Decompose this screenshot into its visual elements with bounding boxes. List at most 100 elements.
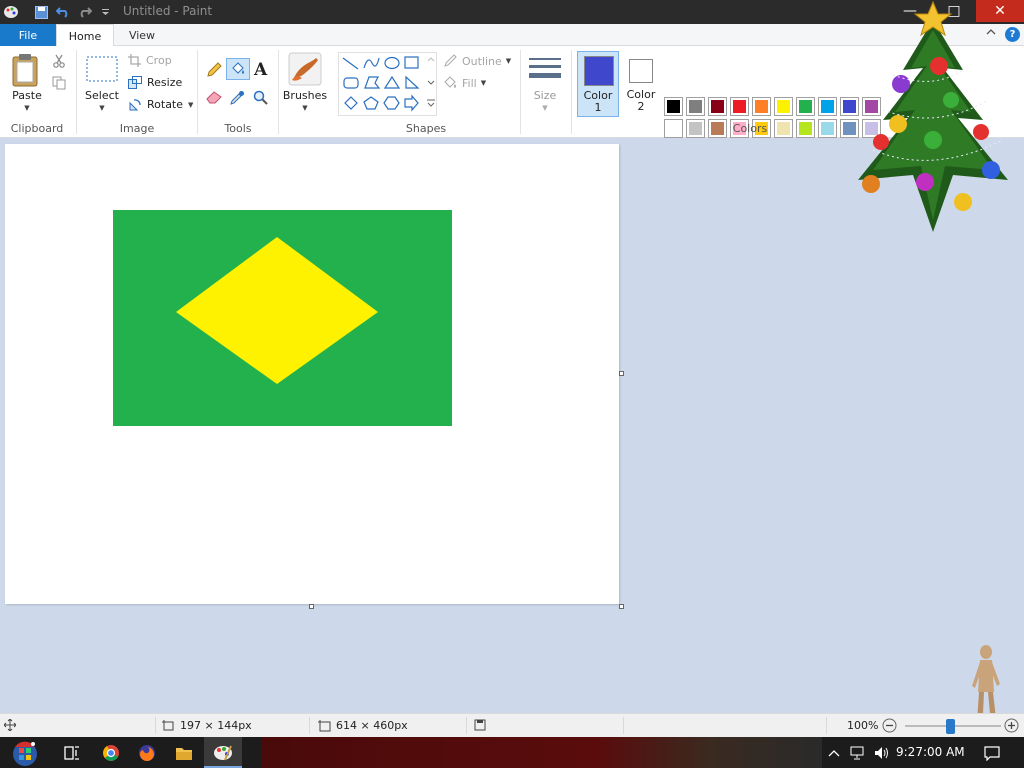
pencil-icon[interactable] bbox=[206, 62, 222, 78]
polygon-shape-icon[interactable] bbox=[364, 76, 381, 89]
fill-bucket-icon[interactable] bbox=[226, 58, 250, 80]
select-icon[interactable] bbox=[86, 56, 118, 82]
hexagon-shape-icon[interactable] bbox=[383, 96, 400, 110]
crop-button[interactable]: Crop bbox=[128, 54, 172, 67]
show-hidden-icons[interactable] bbox=[824, 741, 844, 765]
gallery-expand-icon[interactable] bbox=[427, 99, 435, 107]
ribbon-divider bbox=[571, 50, 572, 134]
shapes-gallery bbox=[338, 52, 437, 116]
tools-group-label: Tools bbox=[224, 122, 252, 135]
zoom-in-button[interactable] bbox=[1004, 718, 1019, 733]
size-button[interactable]: Size bbox=[524, 89, 566, 102]
status-bar: 197 × 144px 614 × 460px 100% bbox=[0, 713, 1024, 737]
start-button[interactable] bbox=[10, 739, 40, 767]
paste-icon[interactable] bbox=[10, 52, 44, 88]
resize-icon bbox=[128, 76, 142, 89]
status-divider bbox=[155, 717, 156, 734]
customize-toolbar-icon[interactable] bbox=[96, 3, 114, 21]
palette-swatch[interactable] bbox=[664, 97, 683, 116]
paint-app-icon[interactable] bbox=[2, 3, 20, 21]
palette-swatch[interactable] bbox=[774, 97, 793, 116]
paste-dropdown[interactable]: ▼ bbox=[8, 104, 46, 112]
ribbon-divider bbox=[278, 50, 279, 134]
eraser-icon[interactable] bbox=[206, 90, 223, 104]
volume-icon[interactable] bbox=[872, 741, 892, 765]
color2-button[interactable]: Color 2 bbox=[621, 51, 661, 117]
status-divider bbox=[466, 717, 467, 734]
text-tool-icon[interactable]: A bbox=[254, 60, 267, 80]
taskbar-wallpaper bbox=[262, 737, 822, 768]
rotate-button[interactable]: Rotate ▼ bbox=[128, 98, 193, 111]
rectangle-shape-icon[interactable] bbox=[404, 56, 419, 69]
select-dropdown[interactable]: ▼ bbox=[82, 104, 122, 112]
scroll-down-icon[interactable] bbox=[427, 80, 435, 85]
clipboard-group-label: Clipboard bbox=[10, 122, 64, 135]
tab-file[interactable]: File bbox=[0, 24, 56, 46]
resize-handle-corner[interactable] bbox=[619, 604, 624, 609]
file-size-icon bbox=[474, 719, 486, 731]
resize-button[interactable]: Resize bbox=[128, 76, 182, 89]
diamond-shape-icon[interactable] bbox=[344, 96, 358, 110]
palette-swatch[interactable] bbox=[796, 97, 815, 116]
color1-button[interactable]: Color 1 bbox=[577, 51, 619, 117]
resize-handle-bottom[interactable] bbox=[309, 604, 314, 609]
fill-button[interactable]: Fill ▼ bbox=[443, 76, 486, 90]
canvas-size-icon bbox=[318, 719, 331, 731]
ribbon-divider bbox=[76, 50, 77, 134]
palette-swatch-color bbox=[799, 100, 812, 113]
paint-taskbar-icon[interactable] bbox=[211, 741, 235, 765]
outline-icon bbox=[444, 54, 457, 67]
system-clock[interactable]: 9:27:00 AM bbox=[896, 745, 965, 759]
redo-icon[interactable] bbox=[76, 3, 94, 21]
outline-dropdown-icon: ▼ bbox=[505, 57, 512, 65]
color-picker-icon[interactable] bbox=[230, 90, 245, 105]
brushes-button[interactable]: Brushes bbox=[282, 89, 328, 102]
palette-swatch[interactable] bbox=[752, 97, 771, 116]
drawing-canvas[interactable] bbox=[5, 144, 619, 604]
oval-shape-icon[interactable] bbox=[384, 56, 400, 70]
magnifier-icon[interactable] bbox=[253, 90, 268, 105]
pentagon-shape-icon[interactable] bbox=[363, 96, 379, 110]
triangle-shape-icon[interactable] bbox=[383, 75, 401, 89]
zoom-out-icon bbox=[882, 718, 897, 733]
chrome-icon[interactable] bbox=[99, 741, 123, 765]
selection-size: 197 × 144px bbox=[162, 719, 252, 732]
brushes-dropdown[interactable]: ▼ bbox=[282, 104, 328, 112]
file-explorer-icon[interactable] bbox=[172, 741, 196, 765]
ribbon-divider bbox=[520, 50, 521, 134]
firefox-icon[interactable] bbox=[135, 741, 159, 765]
palette-swatch[interactable] bbox=[730, 97, 749, 116]
tab-view[interactable]: View bbox=[114, 24, 170, 46]
tab-home[interactable]: Home bbox=[56, 24, 114, 47]
right-triangle-shape-icon[interactable] bbox=[405, 75, 420, 89]
resize-label: Resize bbox=[147, 76, 183, 89]
select-button[interactable]: Select bbox=[82, 89, 122, 102]
undo-icon[interactable] bbox=[54, 3, 72, 21]
size-dropdown[interactable]: ▼ bbox=[524, 104, 566, 112]
outline-button[interactable]: Outline ▼ bbox=[443, 54, 511, 68]
zoom-out-button[interactable] bbox=[882, 718, 897, 733]
curve-shape-icon[interactable] bbox=[363, 57, 380, 69]
arrow-shape-icon[interactable] bbox=[404, 94, 419, 112]
paste-button[interactable]: Paste bbox=[8, 89, 46, 102]
palette-swatch[interactable] bbox=[686, 97, 705, 116]
line-shape-icon[interactable] bbox=[342, 57, 359, 70]
brushes-icon[interactable] bbox=[288, 52, 322, 86]
network-icon[interactable] bbox=[848, 741, 868, 765]
status-divider bbox=[309, 717, 310, 734]
zoom-slider-thumb[interactable] bbox=[946, 719, 955, 734]
size-icon[interactable] bbox=[528, 56, 562, 82]
palette-swatch[interactable] bbox=[818, 97, 837, 116]
palette-swatch[interactable] bbox=[708, 97, 727, 116]
notifications-icon[interactable] bbox=[980, 741, 1004, 765]
task-view-icon[interactable] bbox=[60, 741, 84, 765]
scroll-up-icon[interactable] bbox=[427, 57, 435, 62]
resize-handle-right[interactable] bbox=[619, 371, 624, 376]
save-icon[interactable] bbox=[32, 3, 50, 21]
zoom-level: 100% bbox=[847, 719, 879, 732]
cut-icon[interactable] bbox=[52, 54, 66, 68]
fill-label: Fill bbox=[462, 76, 477, 90]
color1-swatch bbox=[584, 56, 614, 86]
copy-icon[interactable] bbox=[52, 76, 66, 90]
rounded-rectangle-shape-icon[interactable] bbox=[343, 77, 359, 89]
